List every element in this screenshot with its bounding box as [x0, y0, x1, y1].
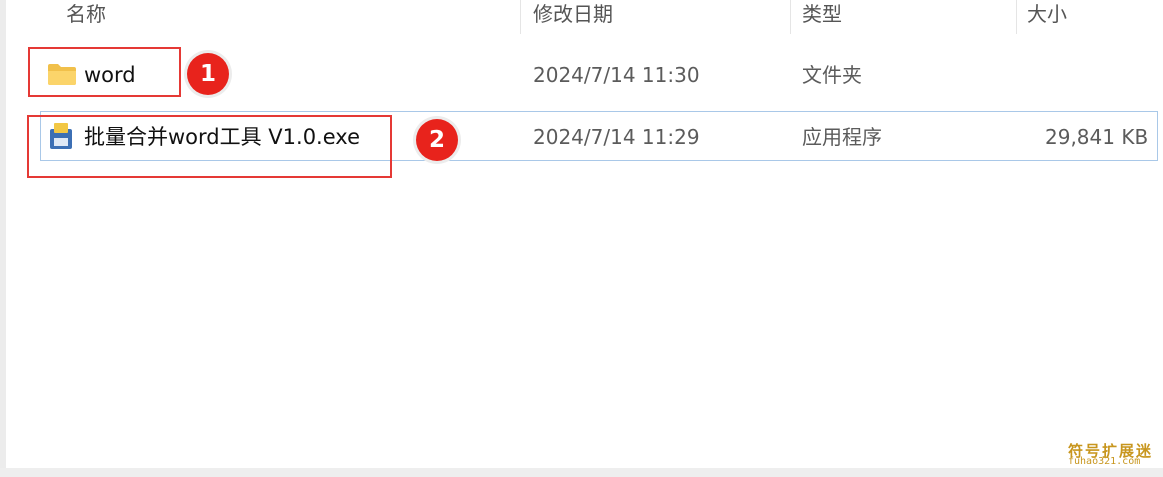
column-divider[interactable]: [520, 0, 521, 34]
file-type: 应用程序: [802, 125, 882, 149]
file-modified: 2024/7/14 11:29: [533, 125, 700, 149]
window-bottom-edge: [0, 468, 1163, 477]
column-header-size[interactable]: 大小: [1027, 0, 1067, 34]
column-divider[interactable]: [1016, 0, 1017, 34]
annotation-box-2: [27, 115, 392, 178]
file-size: 29,841 KB: [1045, 125, 1149, 149]
annotation-box-1: [28, 47, 181, 97]
column-header-bar: 名称 修改日期 类型 大小: [6, 0, 1163, 34]
column-header-type[interactable]: 类型: [802, 0, 842, 34]
column-header-name[interactable]: 名称: [66, 0, 106, 34]
file-modified: 2024/7/14 11:30: [533, 63, 700, 87]
annotation-badge-2: 2: [416, 119, 458, 161]
column-divider[interactable]: [790, 0, 791, 34]
column-header-modified[interactable]: 修改日期: [533, 0, 613, 34]
window-left-edge: [0, 0, 6, 477]
watermark-url: fuhao321.com: [1068, 456, 1141, 467]
annotation-badge-1: 1: [187, 53, 229, 95]
file-type: 文件夹: [802, 63, 862, 87]
